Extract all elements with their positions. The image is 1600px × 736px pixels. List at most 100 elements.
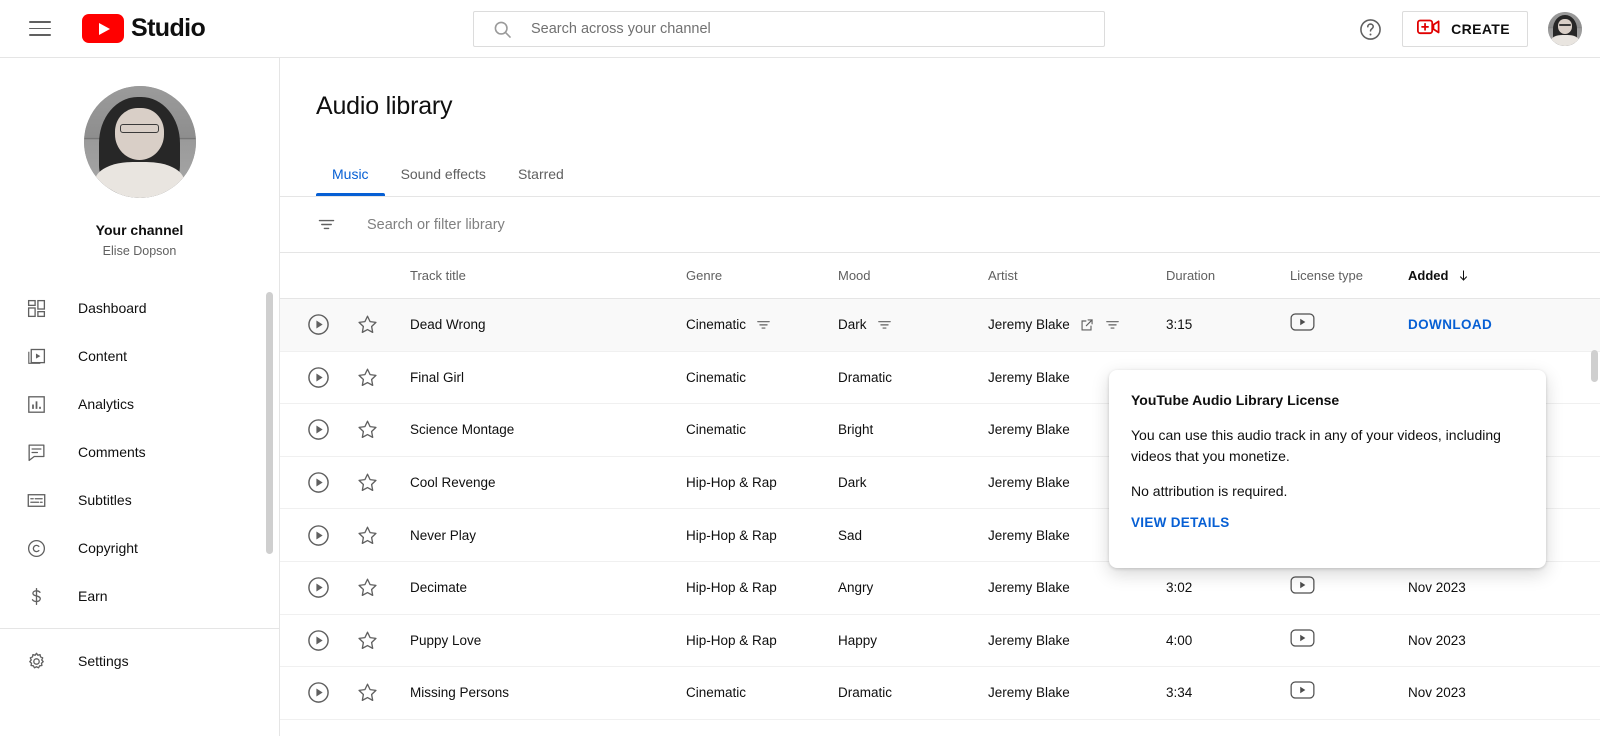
sidebar-item-subtitles[interactable]: Subtitles bbox=[0, 476, 279, 524]
popup-title: YouTube Audio Library License bbox=[1131, 392, 1340, 408]
table-row[interactable]: Decimate Hip-Hop & Rap Angry Jeremy Blak… bbox=[280, 562, 1600, 615]
track-mood: Sad bbox=[838, 527, 863, 543]
track-mood: Bright bbox=[838, 422, 874, 438]
youtube-license-badge-icon bbox=[1290, 681, 1315, 704]
column-header-mood[interactable]: Mood bbox=[838, 268, 988, 283]
sidebar-scrollbar[interactable] bbox=[266, 292, 273, 554]
track-title: Dead Wrong bbox=[410, 317, 486, 333]
table-row[interactable]: Puppy Love Hip-Hop & Rap Happy Jeremy Bl… bbox=[280, 615, 1600, 668]
play-circle-icon[interactable] bbox=[306, 365, 356, 390]
star-outline-icon[interactable] bbox=[356, 524, 410, 547]
content-video-icon bbox=[26, 344, 52, 368]
track-artist: Jeremy Blake bbox=[988, 317, 1070, 333]
youtube-studio-logo[interactable]: Studio bbox=[82, 14, 206, 43]
sidebar-item-settings[interactable]: Settings bbox=[0, 637, 279, 685]
tab-music[interactable]: Music bbox=[316, 152, 385, 196]
channel-avatar-image bbox=[83, 86, 196, 198]
create-button[interactable]: CREATE bbox=[1402, 11, 1528, 47]
track-genre: Hip-Hop & Rap bbox=[686, 580, 777, 596]
tab-label: Sound effects bbox=[400, 166, 486, 182]
sidebar-item-earn[interactable]: Earn bbox=[0, 572, 279, 620]
arrow-down-icon bbox=[1456, 268, 1471, 283]
sidebar-item-analytics[interactable]: Analytics bbox=[0, 380, 279, 428]
track-title: Science Montage bbox=[410, 422, 515, 438]
youtube-logo-icon bbox=[82, 14, 124, 43]
star-outline-icon[interactable] bbox=[356, 313, 410, 336]
star-outline-icon[interactable] bbox=[356, 576, 410, 599]
sidebar-item-label: Analytics bbox=[78, 396, 135, 412]
gear-icon bbox=[26, 649, 52, 673]
sidebar-item-label: Settings bbox=[78, 653, 129, 669]
download-button[interactable]: DOWNLOAD bbox=[1408, 317, 1568, 332]
column-header-artist[interactable]: Artist bbox=[988, 268, 1166, 283]
track-duration: 3:02 bbox=[1166, 580, 1193, 596]
star-outline-icon[interactable] bbox=[356, 418, 410, 441]
license-badge-cell[interactable] bbox=[1290, 576, 1408, 599]
user-avatar[interactable] bbox=[1548, 12, 1582, 46]
tab-sound-effects[interactable]: Sound effects bbox=[385, 152, 502, 196]
comments-icon bbox=[26, 440, 52, 464]
column-header-license-type[interactable]: License type bbox=[1290, 268, 1408, 283]
track-artist: Jeremy Blake bbox=[988, 685, 1070, 701]
search-input[interactable] bbox=[529, 20, 1049, 38]
tab-starred[interactable]: Starred bbox=[502, 152, 580, 196]
license-info-popup: YouTube Audio Library License You can us… bbox=[1109, 370, 1546, 568]
column-header-added[interactable]: Added bbox=[1408, 268, 1568, 283]
view-details-link[interactable]: VIEW DETAILS bbox=[1131, 515, 1230, 530]
license-badge-cell[interactable] bbox=[1290, 629, 1408, 652]
play-circle-icon[interactable] bbox=[306, 628, 356, 653]
sidebar-item-dashboard[interactable]: Dashboard bbox=[0, 284, 279, 332]
global-search-box[interactable] bbox=[473, 11, 1105, 47]
channel-avatar[interactable] bbox=[83, 86, 196, 198]
license-badge-cell[interactable] bbox=[1290, 313, 1408, 336]
channel-block: Your channel Elise Dopson bbox=[0, 58, 279, 258]
column-header-duration[interactable]: Duration bbox=[1166, 268, 1290, 283]
search-icon bbox=[492, 19, 513, 40]
play-circle-icon[interactable] bbox=[306, 575, 356, 600]
sidebar-item-content[interactable]: Content bbox=[0, 332, 279, 380]
column-header-genre[interactable]: Genre bbox=[686, 268, 838, 283]
play-circle-icon[interactable] bbox=[306, 417, 356, 442]
filter-input[interactable] bbox=[365, 215, 965, 234]
video-plus-icon bbox=[1417, 18, 1440, 41]
column-header-added-label: Added bbox=[1408, 268, 1449, 283]
track-added: Nov 2023 bbox=[1408, 632, 1466, 648]
track-genre: Hip-Hop & Rap bbox=[686, 475, 777, 491]
sidebar-item-label: Earn bbox=[78, 588, 108, 604]
help-circle-icon[interactable] bbox=[1350, 9, 1390, 49]
track-genre: Cinematic bbox=[686, 685, 747, 701]
track-mood: Happy bbox=[838, 632, 878, 648]
track-duration: 4:00 bbox=[1166, 632, 1193, 648]
column-header-track-title[interactable]: Track title bbox=[410, 268, 686, 283]
track-artist-cell: Jeremy Blake bbox=[988, 316, 1166, 333]
open-in-new-icon[interactable] bbox=[1079, 317, 1095, 333]
star-outline-icon[interactable] bbox=[356, 471, 410, 494]
track-title: Cool Revenge bbox=[410, 475, 496, 491]
page-title: Audio library bbox=[316, 92, 453, 120]
license-badge-cell[interactable] bbox=[1290, 681, 1408, 704]
filter-list-icon[interactable] bbox=[755, 316, 772, 333]
filter-list-icon[interactable] bbox=[1104, 316, 1121, 333]
download-label: DOWNLOAD bbox=[1408, 317, 1493, 333]
sidebar-nav: Dashboard Content Analytics Comments Sub… bbox=[0, 284, 279, 685]
play-circle-icon[interactable] bbox=[306, 680, 356, 705]
star-outline-icon[interactable] bbox=[356, 629, 410, 652]
star-outline-icon[interactable] bbox=[356, 366, 410, 389]
play-circle-icon[interactable] bbox=[306, 470, 356, 495]
sidebar-item-label: Dashboard bbox=[78, 300, 147, 316]
table-header-row: Track title Genre Mood Artist Duration L… bbox=[280, 253, 1600, 299]
hamburger-menu-icon[interactable] bbox=[16, 5, 64, 53]
sidebar-item-comments[interactable]: Comments bbox=[0, 428, 279, 476]
filter-list-icon[interactable] bbox=[876, 316, 893, 333]
sidebar-item-copyright[interactable]: Copyright bbox=[0, 524, 279, 572]
track-genre: Cinematic bbox=[686, 317, 747, 333]
table-row[interactable]: Dead Wrong Cinematic Dark Jeremy Blake 3… bbox=[280, 299, 1600, 352]
table-row[interactable]: Missing Persons Cinematic Dramatic Jerem… bbox=[280, 667, 1600, 720]
avatar-image bbox=[1548, 12, 1582, 46]
filter-list-icon[interactable] bbox=[316, 214, 337, 235]
play-circle-icon[interactable] bbox=[306, 312, 356, 337]
star-outline-icon[interactable] bbox=[356, 681, 410, 704]
play-circle-icon[interactable] bbox=[306, 523, 356, 548]
hamburger-bar bbox=[29, 27, 51, 30]
main-scrollbar[interactable] bbox=[1591, 350, 1598, 382]
